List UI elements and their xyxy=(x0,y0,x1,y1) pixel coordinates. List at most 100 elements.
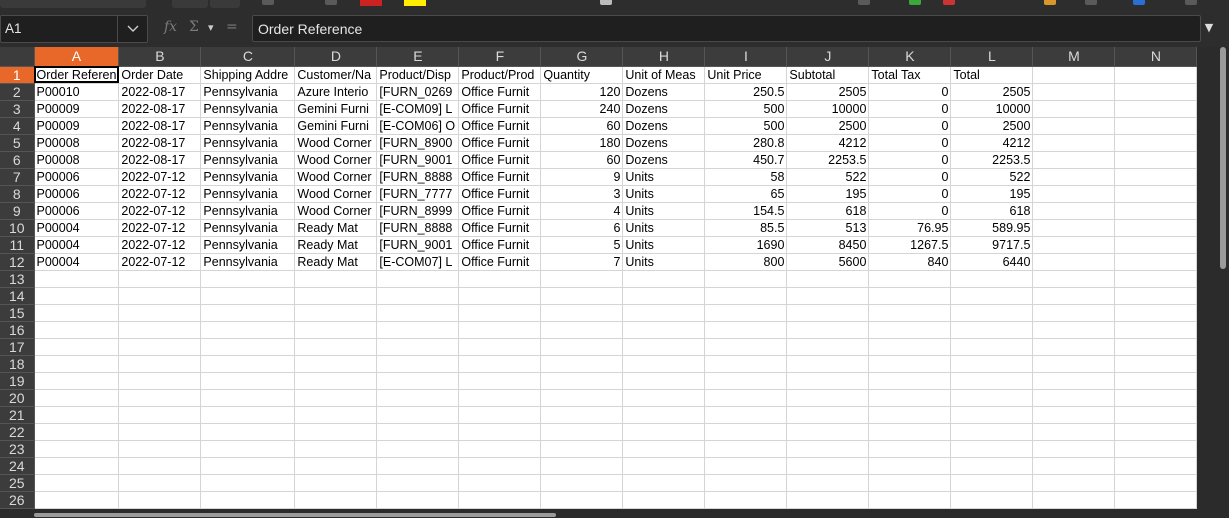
row-header[interactable]: 24 xyxy=(0,457,35,475)
cell-n20[interactable] xyxy=(1114,389,1198,407)
cell-n6[interactable] xyxy=(1114,151,1198,169)
cell-e9[interactable]: [FURN_8999 xyxy=(376,202,460,220)
cell-d19[interactable] xyxy=(294,372,378,390)
cell-n24[interactable] xyxy=(1114,457,1198,475)
cell-h15[interactable] xyxy=(622,304,706,322)
cell-f13[interactable] xyxy=(458,270,542,288)
cell-n5[interactable] xyxy=(1114,134,1198,152)
cell-h4[interactable]: Dozens xyxy=(622,117,706,135)
cell-i7[interactable]: 58 xyxy=(704,168,788,186)
expand-formula-bar-icon[interactable]: ▼ xyxy=(1202,21,1216,35)
cell-g17[interactable] xyxy=(540,338,624,356)
cell-c17[interactable] xyxy=(200,338,296,356)
cell-b26[interactable] xyxy=(118,491,202,509)
cell-i13[interactable] xyxy=(704,270,788,288)
cell-h16[interactable] xyxy=(622,321,706,339)
horizontal-scroll-thumb[interactable] xyxy=(34,513,556,517)
cell-a6[interactable]: P00008 xyxy=(34,151,120,169)
cell-c12[interactable]: Pennsylvania xyxy=(200,253,296,271)
cell-c13[interactable] xyxy=(200,270,296,288)
cell-j9[interactable]: 618 xyxy=(786,202,870,220)
cell-n7[interactable] xyxy=(1114,168,1198,186)
row-header[interactable]: 15 xyxy=(0,304,35,322)
cell-m20[interactable] xyxy=(1032,389,1116,407)
cell-m4[interactable] xyxy=(1032,117,1116,135)
cell-f10[interactable]: Office Furnit xyxy=(458,219,542,237)
row-header[interactable]: 10 xyxy=(0,219,35,237)
cell-k21[interactable] xyxy=(868,406,952,424)
cell-f20[interactable] xyxy=(458,389,542,407)
cell-c7[interactable]: Pennsylvania xyxy=(200,168,296,186)
cell-f12[interactable]: Office Furnit xyxy=(458,253,542,271)
cell-n19[interactable] xyxy=(1114,372,1198,390)
cell-a17[interactable] xyxy=(34,338,120,356)
cell-d24[interactable] xyxy=(294,457,378,475)
cell-a10[interactable]: P00004 xyxy=(34,219,120,237)
cell-i24[interactable] xyxy=(704,457,788,475)
cell-e20[interactable] xyxy=(376,389,460,407)
cell-m11[interactable] xyxy=(1032,236,1116,254)
cell-e21[interactable] xyxy=(376,406,460,424)
cell-e6[interactable]: [FURN_9001 xyxy=(376,151,460,169)
cell-h2[interactable]: Dozens xyxy=(622,83,706,101)
cell-c22[interactable] xyxy=(200,423,296,441)
cell-k6[interactable]: 0 xyxy=(868,151,952,169)
cell-a1[interactable]: Order Referen xyxy=(34,66,120,84)
cell-g4[interactable]: 60 xyxy=(540,117,624,135)
cell-b10[interactable]: 2022-07-12 xyxy=(118,219,202,237)
cell-j8[interactable]: 195 xyxy=(786,185,870,203)
cell-e10[interactable]: [FURN_8888 xyxy=(376,219,460,237)
cell-h21[interactable] xyxy=(622,406,706,424)
cell-h9[interactable]: Units xyxy=(622,202,706,220)
cell-j2[interactable]: 2505 xyxy=(786,83,870,101)
cell-i25[interactable] xyxy=(704,474,788,492)
cell-k10[interactable]: 76.95 xyxy=(868,219,952,237)
cell-d9[interactable]: Wood Corner xyxy=(294,202,378,220)
cell-j1[interactable]: Subtotal xyxy=(786,66,870,84)
select-all-corner[interactable] xyxy=(0,47,35,67)
formula-equals-icon[interactable]: = xyxy=(226,19,238,35)
cell-g10[interactable]: 6 xyxy=(540,219,624,237)
cell-l18[interactable] xyxy=(950,355,1034,373)
cell-k14[interactable] xyxy=(868,287,952,305)
cell-m25[interactable] xyxy=(1032,474,1116,492)
row-header[interactable]: 6 xyxy=(0,151,35,169)
cell-i14[interactable] xyxy=(704,287,788,305)
cell-b5[interactable]: 2022-08-17 xyxy=(118,134,202,152)
cell-k12[interactable]: 840 xyxy=(868,253,952,271)
cell-d2[interactable]: Azure Interio xyxy=(294,83,378,101)
cell-b15[interactable] xyxy=(118,304,202,322)
insert-row-icon[interactable] xyxy=(909,0,921,5)
cell-j21[interactable] xyxy=(786,406,870,424)
cell-f22[interactable] xyxy=(458,423,542,441)
cell-a18[interactable] xyxy=(34,355,120,373)
cell-g18[interactable] xyxy=(540,355,624,373)
cell-g24[interactable] xyxy=(540,457,624,475)
row-header[interactable]: 3 xyxy=(0,100,35,118)
column-header-i[interactable]: I xyxy=(704,47,788,67)
cell-n12[interactable] xyxy=(1114,253,1198,271)
row-header[interactable]: 12 xyxy=(0,253,35,271)
cell-n13[interactable] xyxy=(1114,270,1198,288)
cell-n16[interactable] xyxy=(1114,321,1198,339)
cell-d25[interactable] xyxy=(294,474,378,492)
cell-b24[interactable] xyxy=(118,457,202,475)
cell-n3[interactable] xyxy=(1114,100,1198,118)
cell-d10[interactable]: Ready Mat xyxy=(294,219,378,237)
cell-j4[interactable]: 2500 xyxy=(786,117,870,135)
cell-i11[interactable]: 1690 xyxy=(704,236,788,254)
cell-b6[interactable]: 2022-08-17 xyxy=(118,151,202,169)
row-header[interactable]: 16 xyxy=(0,321,35,339)
cell-n18[interactable] xyxy=(1114,355,1198,373)
cell-k16[interactable] xyxy=(868,321,952,339)
horizontal-scrollbar[interactable] xyxy=(0,512,1229,518)
column-header-m[interactable]: M xyxy=(1032,47,1116,67)
cell-k5[interactable]: 0 xyxy=(868,134,952,152)
cell-j7[interactable]: 522 xyxy=(786,168,870,186)
cell-m15[interactable] xyxy=(1032,304,1116,322)
underline-icon[interactable] xyxy=(325,0,337,5)
cell-h25[interactable] xyxy=(622,474,706,492)
cell-a15[interactable] xyxy=(34,304,120,322)
cell-l6[interactable]: 2253.5 xyxy=(950,151,1034,169)
column-header-d[interactable]: D xyxy=(294,47,378,67)
